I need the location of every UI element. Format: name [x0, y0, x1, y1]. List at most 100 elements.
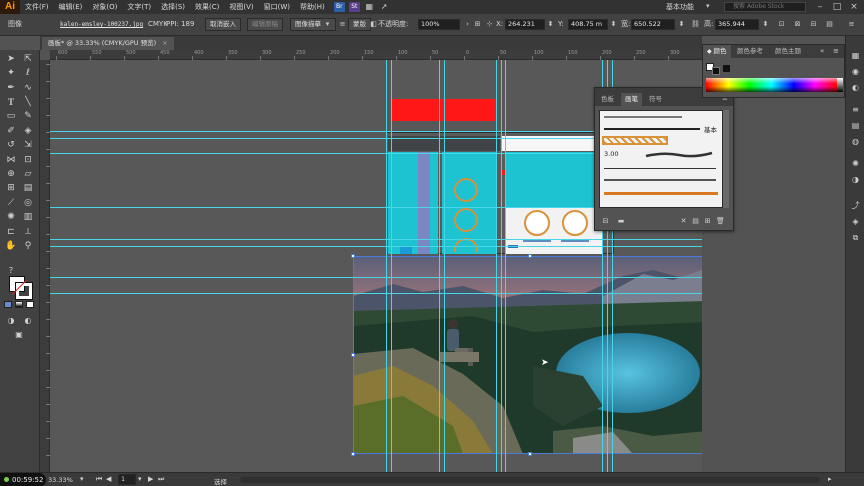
shaper-tool-icon[interactable]: ✐ [4, 125, 18, 138]
isolate-icon[interactable]: ⊟ [808, 19, 819, 30]
guide-line[interactable] [386, 60, 387, 472]
next-page-icon[interactable]: ▶ [148, 475, 153, 483]
layout-icon[interactable]: ▦ [364, 2, 375, 12]
new-brush-icon[interactable]: ⊞ [703, 217, 712, 225]
draw-mode-icon[interactable]: ◑ [4, 314, 18, 327]
menu-window[interactable]: 窗口(W) [259, 0, 295, 14]
panel-menu-icon[interactable]: ≡ [833, 47, 839, 55]
menu-select[interactable]: 选择(S) [156, 0, 190, 14]
type-tool-icon[interactable]: T [4, 96, 18, 109]
gpu-icon[interactable]: ➚ [379, 2, 390, 12]
brush-library-icon[interactable]: ⊟ [601, 217, 610, 225]
remove-stroke-icon[interactable]: ✕ [679, 217, 688, 225]
edit-original-button[interactable]: 编辑原稿 [247, 18, 283, 31]
height-stepper-icon[interactable]: ⬍ [760, 19, 771, 30]
resize-handle[interactable] [528, 254, 532, 258]
menu-effect[interactable]: 效果(C) [190, 0, 224, 14]
menu-type[interactable]: 文字(T) [122, 0, 156, 14]
layers-icon[interactable]: ◐ [850, 82, 861, 93]
tab-symbols[interactable]: 符号 [645, 93, 666, 106]
orange-circle[interactable] [454, 178, 478, 202]
menu-view[interactable]: 视图(V) [224, 0, 258, 14]
resize-handle[interactable] [351, 353, 355, 357]
y-input[interactable]: 408.75 m [568, 19, 608, 30]
color-mode-icon[interactable] [4, 301, 12, 308]
links-icon[interactable]: ⧉ [850, 232, 861, 243]
width-tool-icon[interactable]: ⋈ [4, 154, 18, 167]
shape-builder-tool-icon[interactable]: ⊕ [4, 168, 18, 181]
pen-tool-icon[interactable]: ✒ [4, 82, 18, 95]
constrain-proportions-icon[interactable]: ⛓ [690, 19, 701, 30]
guide-line[interactable] [391, 60, 392, 472]
y-stepper-icon[interactable]: ⬍ [608, 19, 619, 30]
stock-search-input[interactable]: 搜索 Adobe Stock [724, 2, 806, 12]
none-mode-icon[interactable] [26, 301, 34, 308]
artboard-tool-icon[interactable]: ⊏ [4, 226, 18, 239]
x-stepper-icon[interactable]: ⬍ [545, 19, 556, 30]
linked-file-name[interactable]: kalen-emsley-100237.jpg [60, 19, 143, 30]
unembed-button[interactable]: 取消嵌入 [205, 18, 241, 31]
cyan-banner-right[interactable] [505, 152, 602, 207]
brush-library-menu-icon[interactable]: ▬ [615, 217, 627, 225]
minimize-icon[interactable]: – [812, 0, 828, 14]
zoom-level[interactable]: 33.33% [48, 476, 73, 484]
stroke-swatch[interactable] [712, 67, 720, 75]
brush-options-icon[interactable]: ▤ [691, 217, 700, 225]
line-tool-icon[interactable]: ╲ [21, 96, 35, 109]
control-menu-icon[interactable]: ≡ [846, 19, 857, 30]
brush-item-calligraphic[interactable]: 3.00 [600, 149, 722, 161]
maximize-icon[interactable]: □ [829, 0, 845, 14]
paintbrush-tool-icon[interactable]: ✎ [21, 110, 35, 123]
graph-tool-icon[interactable]: ▥ [21, 211, 35, 224]
menu-file[interactable]: 文件(F) [20, 0, 54, 14]
guide-line[interactable] [50, 239, 702, 240]
tab-swatches[interactable]: 色板 [597, 93, 618, 106]
collapse-icon[interactable]: « [820, 47, 824, 55]
export-icon[interactable]: ⤴ [850, 200, 861, 211]
width-stepper-icon[interactable]: ⬍ [676, 19, 687, 30]
stock-icon[interactable]: St [348, 2, 360, 12]
curvature-tool-icon[interactable]: ∿ [21, 82, 35, 95]
close-icon[interactable]: × [846, 0, 862, 14]
guide-line[interactable] [505, 60, 506, 472]
bridge-icon[interactable]: Br [333, 2, 345, 12]
guide-line[interactable] [501, 60, 502, 472]
guide-line[interactable] [444, 60, 445, 472]
width-input[interactable]: 650.522 [631, 19, 675, 30]
delete-brush-icon[interactable]: 🗑 [716, 217, 725, 225]
brush-item-orange[interactable] [600, 187, 722, 199]
zoom-dropdown-icon[interactable]: ▾ [80, 475, 84, 483]
document-tab[interactable]: 画板* @ 33.33% (CMYK/GPU 预览) × [42, 37, 174, 50]
resize-handle[interactable] [528, 452, 532, 456]
mesh-tool-icon[interactable]: ⊞ [4, 182, 18, 195]
brush-list[interactable]: 基本 3.00 [599, 110, 723, 208]
brush-item[interactable] [600, 174, 722, 186]
stroke-swatch[interactable] [15, 282, 33, 300]
tab-close-icon[interactable]: × [162, 39, 167, 47]
workspace-dropdown-icon[interactable]: ▾ [706, 2, 710, 10]
arrange-icon[interactable]: ▤ [824, 19, 835, 30]
tab-brushes[interactable]: 画笔 [621, 93, 642, 106]
scale-tool-icon[interactable]: ⇲ [21, 139, 35, 152]
appearance-icon[interactable]: ✺ [850, 158, 861, 169]
align-icon[interactable]: ≡ [850, 104, 861, 115]
black-swatch[interactable] [723, 65, 730, 72]
orange-circle[interactable] [524, 210, 550, 236]
guide-line[interactable] [50, 277, 702, 278]
page-number-input[interactable]: 1 [118, 474, 136, 485]
orange-circle[interactable] [562, 210, 588, 236]
guide-line[interactable] [496, 60, 497, 472]
zoom-tool-icon[interactable]: ⚲ [21, 240, 35, 253]
trace-options-icon[interactable]: ≡ [337, 19, 348, 30]
trace-dropdown-icon[interactable]: ▾ [322, 19, 333, 30]
hand-tool-icon[interactable]: ✋ [4, 240, 18, 253]
tab-color-guide[interactable]: 颜色参考 [733, 45, 767, 58]
last-page-icon[interactable]: ⏭ [158, 475, 164, 484]
workspace-switcher[interactable]: 基本功能 [666, 1, 694, 13]
properties-icon[interactable]: ▦ [850, 50, 861, 61]
brush-item[interactable] [600, 111, 722, 123]
horizontal-scrollbar[interactable] [240, 477, 820, 483]
graphic-styles-icon[interactable]: ◑ [850, 174, 861, 185]
transform-panel-icon[interactable]: ⊠ [792, 19, 803, 30]
page-dropdown-icon[interactable]: ▾ [138, 475, 142, 483]
